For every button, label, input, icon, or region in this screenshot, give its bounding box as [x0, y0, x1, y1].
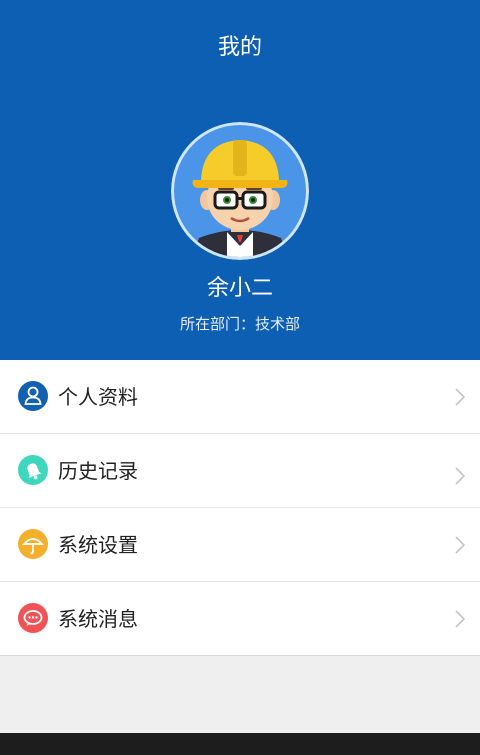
person-icon	[18, 381, 48, 411]
umbrella-icon	[18, 529, 48, 559]
menu-item-settings[interactable]: 系统设置	[0, 508, 480, 582]
menu-item-label: 系统消息	[58, 607, 138, 631]
menu-item-profile[interactable]: 个人资料	[0, 360, 480, 434]
menu-item-messages[interactable]: 系统消息	[0, 582, 480, 656]
chevron-right-icon	[455, 536, 466, 554]
menu-item-history[interactable]: 历史记录	[0, 434, 480, 508]
department-line: 所在部门：技术部	[0, 313, 480, 335]
department-label: 所在部门：	[179, 315, 255, 333]
worker-avatar-icon[interactable]	[171, 122, 309, 260]
avatar-image	[171, 122, 309, 260]
chat-bubble-icon	[18, 603, 48, 633]
menu-item-label: 系统设置	[58, 533, 138, 557]
chevron-right-icon	[455, 467, 466, 485]
bell-icon	[18, 455, 48, 485]
page-title: 我的	[217, 35, 262, 60]
chevron-right-icon	[455, 388, 466, 406]
profile-header: 我的 余小二 所在部门：技术部	[0, 0, 480, 360]
menu-item-label: 个人资料	[58, 385, 138, 409]
department-value: 技术部	[255, 315, 301, 333]
menu-item-label: 历史记录	[58, 459, 138, 483]
menu-list: 个人资料 历史记录 系统设置 系统消息	[0, 360, 480, 656]
system-navigation-bar	[0, 733, 480, 755]
user-name: 余小二	[206, 276, 273, 301]
chevron-right-icon	[455, 610, 466, 628]
